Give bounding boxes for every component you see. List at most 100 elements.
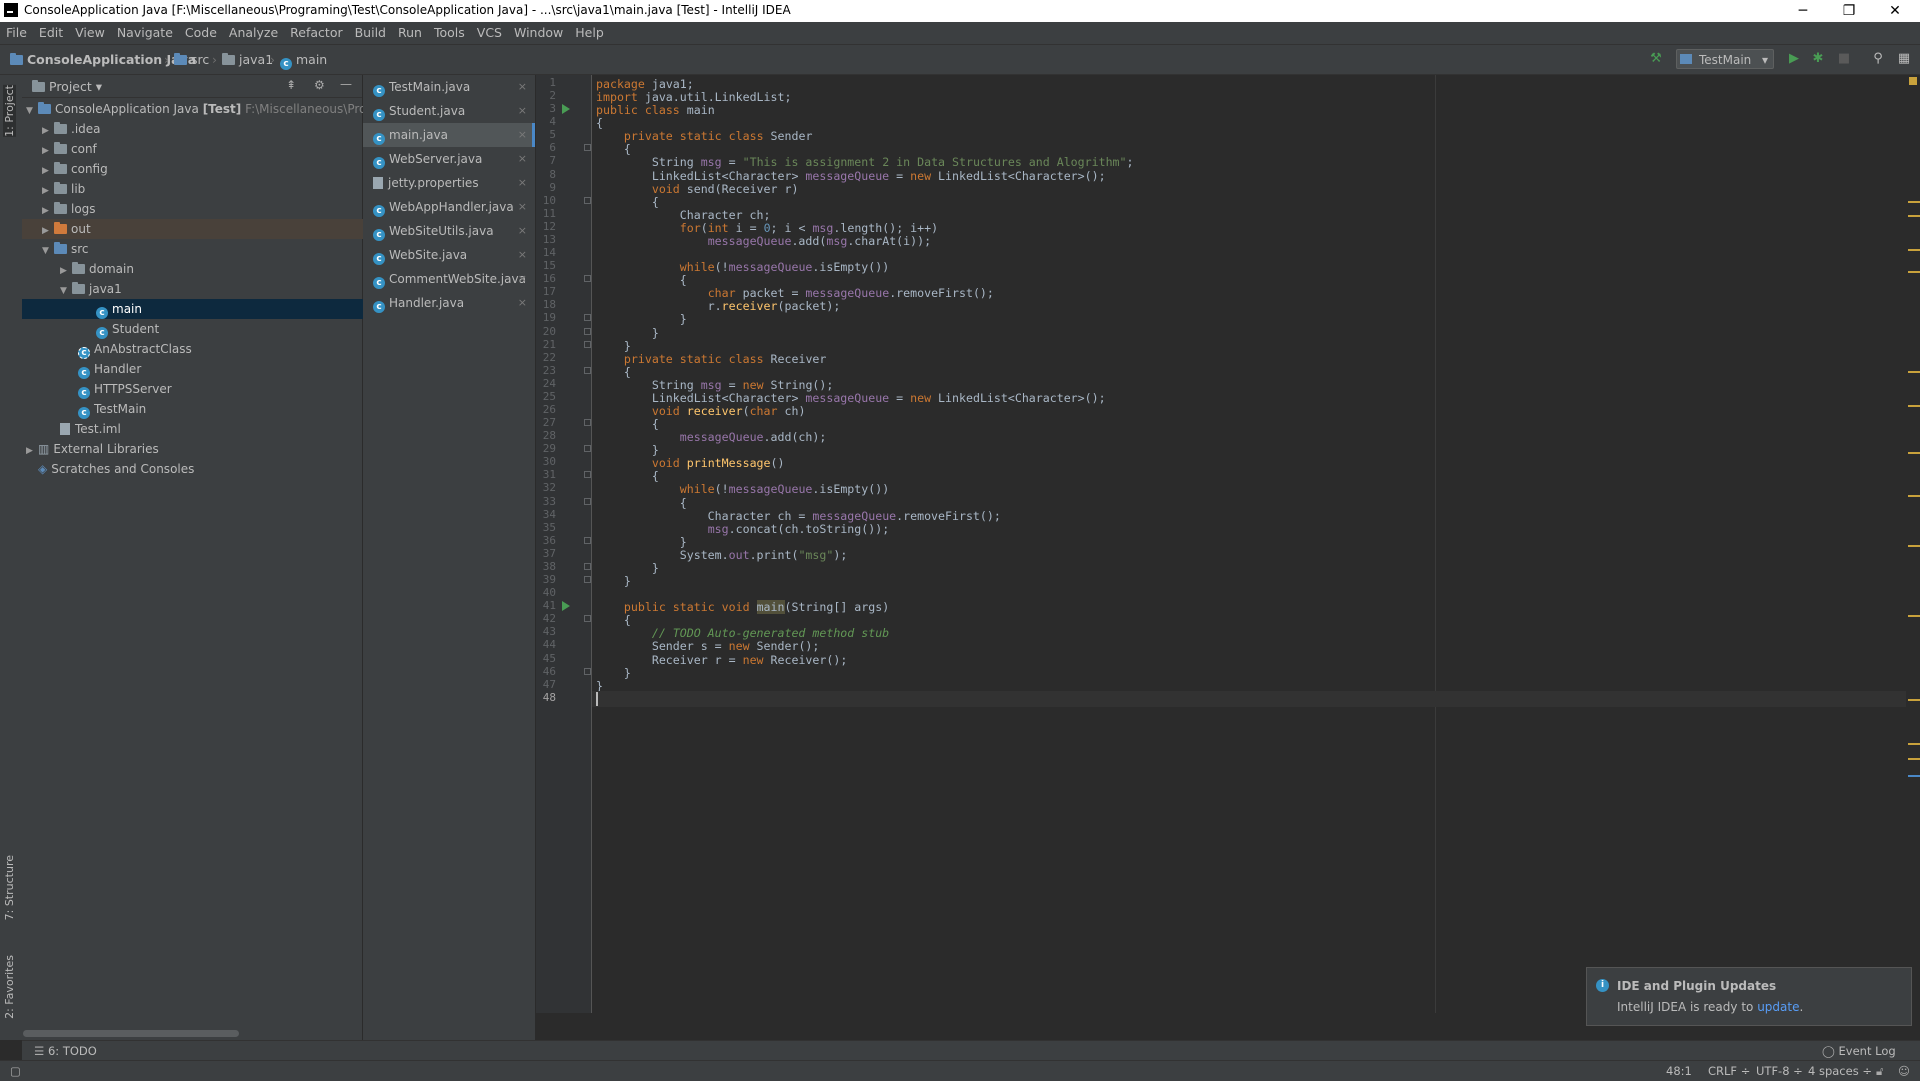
fold-marker-icon[interactable]	[584, 562, 591, 570]
stripe-marker[interactable]	[1908, 201, 1920, 203]
tab-website-java[interactable]: c WebSite.java ×	[363, 243, 535, 267]
close-tab-icon[interactable]: ×	[518, 219, 527, 243]
hector-icon[interactable]: ☺︎	[1898, 1064, 1910, 1078]
stripe-marker[interactable]	[1908, 545, 1920, 547]
menu-code[interactable]: Code	[179, 22, 223, 44]
close-tab-icon[interactable]: ×	[518, 147, 527, 171]
build-hammer-icon[interactable]: ⚒	[1648, 51, 1664, 67]
code-line[interactable]: public class main	[596, 102, 715, 118]
tree-item-scratches[interactable]: ◈ Scratches and Consoles	[22, 459, 378, 479]
project-horizontal-scrollbar[interactable]	[22, 1028, 362, 1038]
tree-item-domain[interactable]: ▶ domain	[22, 259, 400, 279]
stripe-marker[interactable]	[1908, 452, 1920, 454]
menu-tools[interactable]: Tools	[428, 22, 471, 44]
collapse-all-icon[interactable]: ⇞	[286, 78, 296, 92]
tab-testmain-java[interactable]: c TestMain.java ×	[363, 75, 535, 99]
fold-marker-icon[interactable]	[584, 366, 591, 374]
minimize-button[interactable]: ─	[1780, 0, 1826, 22]
tab-handler-java[interactable]: c Handler.java ×	[363, 291, 535, 315]
menu-edit[interactable]: Edit	[33, 22, 69, 44]
fold-marker-icon[interactable]	[584, 471, 591, 479]
debug-icon[interactable]: ✱	[1810, 51, 1826, 67]
stripe-marker[interactable]	[1908, 215, 1920, 217]
tab-student-java[interactable]: c Student.java ×	[363, 99, 535, 123]
code-line[interactable]: Receiver r = new Receiver();	[596, 652, 847, 668]
tool-tab-favorites[interactable]: 2: Favorites	[3, 955, 16, 1019]
search-icon[interactable]: ⚲	[1870, 51, 1886, 67]
fold-marker-icon[interactable]	[584, 327, 591, 335]
tab-jetty-properties[interactable]: jetty.properties ×	[363, 171, 535, 195]
lock-icon[interactable]: 🔓︎	[1876, 1064, 1883, 1079]
fold-marker-icon[interactable]	[584, 536, 591, 544]
tab-webapphandler-java[interactable]: c WebAppHandler.java ×	[363, 195, 535, 219]
breadcrumb-file[interactable]: c main	[280, 52, 327, 70]
editor-gutter[interactable]: 1 2 3 4 5 6 7 8 9 10 11 12 13 14 15 16 17 18 19 20 21 22 23 24 2…	[536, 75, 592, 1013]
tree-item-handler[interactable]: c Handler	[22, 359, 418, 379]
tree-item-external-libraries[interactable]: ▶ ▥ External Libraries	[22, 439, 366, 459]
close-tab-icon[interactable]: ×	[518, 267, 527, 291]
hide-panel-icon[interactable]: —	[340, 77, 352, 91]
close-tab-icon[interactable]: ×	[518, 99, 527, 123]
menu-file[interactable]: File	[0, 22, 33, 44]
tree-item-java1[interactable]: ▼ java1	[22, 279, 400, 299]
code-line[interactable]: }	[596, 573, 631, 589]
gear-icon[interactable]: ⚙	[314, 78, 325, 92]
stripe-marker[interactable]	[1908, 371, 1920, 373]
fold-marker-icon[interactable]	[584, 419, 591, 427]
menu-run[interactable]: Run	[392, 22, 428, 44]
fold-marker-icon[interactable]	[584, 144, 591, 152]
update-link[interactable]: update	[1757, 1000, 1799, 1014]
menu-window[interactable]: Window	[508, 22, 569, 44]
close-tab-icon[interactable]: ×	[518, 75, 527, 99]
close-tab-icon[interactable]: ×	[518, 243, 527, 267]
restore-button[interactable]: ❐	[1826, 0, 1872, 22]
breadcrumb-src[interactable]: src	[174, 52, 209, 67]
fold-marker-icon[interactable]	[584, 340, 591, 348]
tab-commentwebsite-java[interactable]: c CommentWebSite.java ×	[363, 267, 535, 291]
menu-help[interactable]: Help	[569, 22, 610, 44]
fold-marker-icon[interactable]	[584, 576, 591, 584]
close-button[interactable]: ✕	[1872, 0, 1918, 22]
stripe-marker[interactable]	[1908, 405, 1920, 407]
fold-marker-icon[interactable]	[584, 615, 591, 623]
code-line[interactable]: messageQueue.add(msg.charAt(i));	[596, 233, 931, 249]
tool-tab-structure[interactable]: 7: Structure	[3, 855, 16, 920]
menu-view[interactable]: View	[69, 22, 111, 44]
close-tab-icon[interactable]: ×	[518, 171, 527, 195]
tree-item-out[interactable]: ▶ out	[22, 219, 382, 239]
menu-refactor[interactable]: Refactor	[284, 22, 348, 44]
tree-item-src[interactable]: ▼ src	[22, 239, 382, 259]
project-view-select[interactable]: Project ▾	[32, 79, 102, 94]
tree-item-httpsserver[interactable]: c HTTPSServer	[22, 379, 418, 399]
tree-item-test-iml[interactable]: Test.iml	[22, 419, 400, 439]
tab-webserver-java[interactable]: c WebServer.java ×	[363, 147, 535, 171]
update-notification[interactable]: i IDE and Plugin Updates IntelliJ IDEA i…	[1586, 967, 1912, 1026]
stripe-marker[interactable]	[1908, 775, 1920, 777]
tree-item-anabstractclass[interactable]: c AnAbstractClass	[22, 339, 418, 359]
scrollbar-thumb[interactable]	[23, 1030, 239, 1037]
tab-websiteutils-java[interactable]: c WebSiteUtils.java ×	[363, 219, 535, 243]
tree-item-lib[interactable]: ▶ lib	[22, 179, 382, 199]
menu-build[interactable]: Build	[349, 22, 392, 44]
close-tab-icon[interactable]: ×	[518, 123, 527, 147]
breadcrumb-package[interactable]: java1	[222, 52, 273, 67]
fold-marker-icon[interactable]	[584, 667, 591, 675]
tree-item-root[interactable]: ▼ConsoleApplication Java [Test] F:\Misce…	[22, 99, 592, 119]
error-stripe[interactable]	[1906, 75, 1920, 1013]
close-tab-icon[interactable]: ×	[518, 195, 527, 219]
line-separator-select[interactable]: CRLF ÷	[1708, 1064, 1750, 1078]
project-structure-icon[interactable]: ▦	[1896, 51, 1912, 67]
code-line[interactable]: public static void main(String[] args)	[596, 599, 889, 615]
tool-tab-project[interactable]: 1: Project	[3, 85, 16, 137]
stop-icon[interactable]: ■	[1836, 51, 1852, 67]
tree-item-logs[interactable]: ▶ logs	[22, 199, 382, 219]
tree-item-testmain[interactable]: c TestMain	[22, 399, 418, 419]
todo-tool-button[interactable]: ☰ 6: TODO	[34, 1044, 97, 1058]
caret-position[interactable]: 48:1	[1666, 1064, 1692, 1078]
fold-marker-icon[interactable]	[584, 196, 591, 204]
fold-marker-icon[interactable]	[584, 314, 591, 322]
run-gutter-icon[interactable]	[562, 601, 570, 612]
stripe-marker[interactable]	[1908, 615, 1920, 617]
run-gutter-icon[interactable]	[562, 104, 570, 115]
fold-marker-icon[interactable]	[584, 445, 591, 453]
